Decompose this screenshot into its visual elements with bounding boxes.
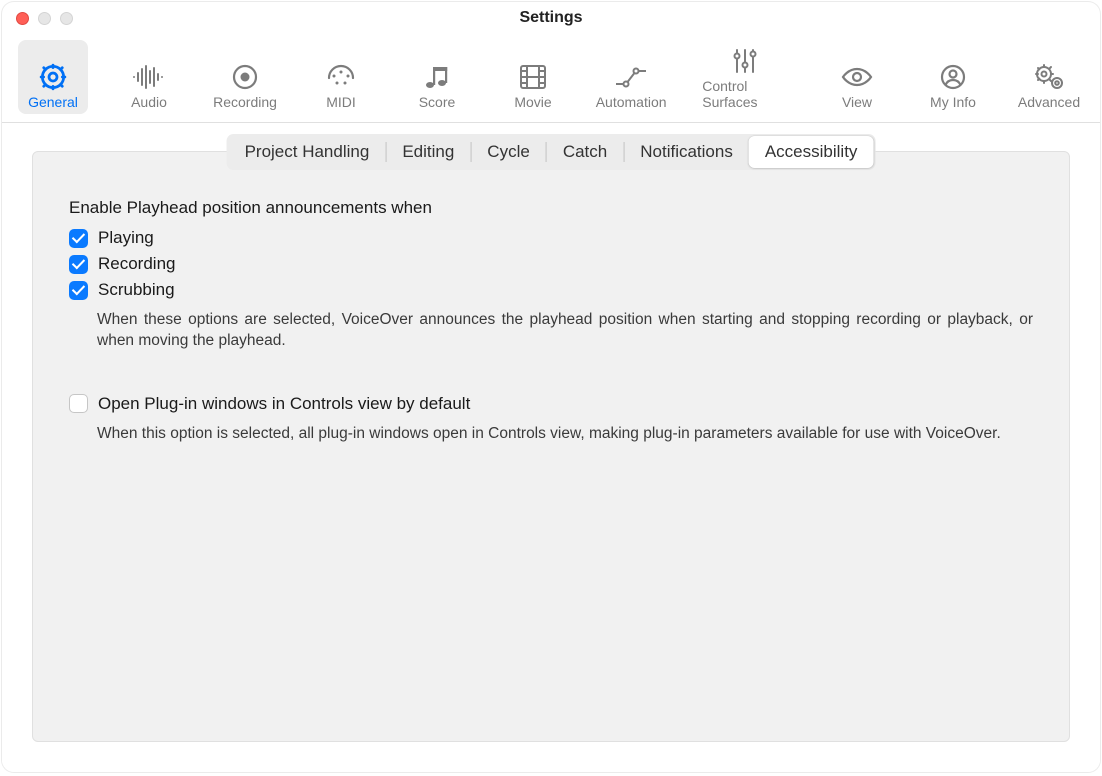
toolbar-tab-label: General <box>28 94 78 110</box>
toolbar-tab-my-info[interactable]: My Info <box>918 40 988 114</box>
subtab-notifications[interactable]: Notifications <box>624 136 749 168</box>
toolbar-tab-label: Movie <box>514 94 551 110</box>
toolbar-tab-view[interactable]: View <box>822 40 892 114</box>
playhead-announcements-heading: Enable Playhead position announcements w… <box>69 198 1033 218</box>
window-title: Settings <box>2 9 1100 27</box>
scrubbing-label: Scrubbing <box>98 280 175 300</box>
checkbox-row-recording: Recording <box>69 254 1033 274</box>
checkbox-row-scrubbing: Scrubbing <box>69 280 1033 300</box>
plugin-help-text: When this option is selected, all plug-i… <box>97 424 1033 445</box>
checkbox-row-playing: Playing <box>69 228 1033 248</box>
music-notes-icon <box>422 62 452 92</box>
waveform-icon <box>132 62 166 92</box>
automation-icon <box>614 62 648 92</box>
toolbar-tab-label: Recording <box>213 94 277 110</box>
subtab-editing[interactable]: Editing <box>386 136 470 168</box>
subtab-accessibility[interactable]: Accessibility <box>749 136 874 168</box>
scrubbing-checkbox[interactable] <box>69 281 88 300</box>
toolbar-tab-label: My Info <box>930 94 976 110</box>
subtab-label: Editing <box>402 142 454 162</box>
toolbar-tab-general[interactable]: General <box>18 40 88 114</box>
gear-icon <box>38 62 68 92</box>
toolbar-tab-recording[interactable]: Recording <box>210 40 280 114</box>
toolbar-tab-label: Advanced <box>1018 94 1080 110</box>
person-circle-icon <box>939 62 967 92</box>
titlebar: Settings <box>2 2 1100 34</box>
plugin-controls-view-checkbox[interactable] <box>69 394 88 413</box>
subtab-cycle[interactable]: Cycle <box>471 136 546 168</box>
gears-icon <box>1033 62 1065 92</box>
toolbar-tab-movie[interactable]: Movie <box>498 40 568 114</box>
sliders-icon <box>732 46 758 76</box>
toolbar-tab-advanced[interactable]: Advanced <box>1014 40 1084 114</box>
subtab-label: Notifications <box>640 142 733 162</box>
toolbar-tab-label: MIDI <box>326 94 356 110</box>
midi-icon <box>326 62 356 92</box>
content-area: Project Handling Editing Cycle Catch Not… <box>2 123 1100 772</box>
toolbar-tab-score[interactable]: Score <box>402 40 472 114</box>
playing-label: Playing <box>98 228 154 248</box>
subtab-bar: Project Handling Editing Cycle Catch Not… <box>227 134 876 170</box>
toolbar-tab-label: Automation <box>596 94 667 110</box>
subtab-label: Project Handling <box>245 142 370 162</box>
recording-label: Recording <box>98 254 176 274</box>
toolbar-tab-automation[interactable]: Automation <box>594 40 668 114</box>
recording-checkbox[interactable] <box>69 255 88 274</box>
film-icon <box>519 62 547 92</box>
content-panel: Project Handling Editing Cycle Catch Not… <box>32 151 1070 742</box>
toolbar-tab-label: Score <box>419 94 456 110</box>
toolbar-tab-label: Audio <box>131 94 167 110</box>
eye-icon <box>841 62 873 92</box>
settings-window: Settings General Audio <box>2 2 1100 772</box>
toolbar-tab-label: View <box>842 94 872 110</box>
record-icon <box>231 62 259 92</box>
plugin-controls-view-label: Open Plug-in windows in Controls view by… <box>98 394 470 414</box>
playing-checkbox[interactable] <box>69 229 88 248</box>
toolbar-tab-control-surfaces[interactable]: Control Surfaces <box>694 40 796 114</box>
toolbar-tab-audio[interactable]: Audio <box>114 40 184 114</box>
subtab-project-handling[interactable]: Project Handling <box>229 136 386 168</box>
checkbox-row-plugin-controls-view: Open Plug-in windows in Controls view by… <box>69 394 1033 414</box>
playhead-help-text: When these options are selected, VoiceOv… <box>97 310 1033 352</box>
toolbar: General Audio Recording <box>2 34 1100 123</box>
toolbar-tab-midi[interactable]: MIDI <box>306 40 376 114</box>
subtab-label: Cycle <box>487 142 530 162</box>
accessibility-panel: Enable Playhead position announcements w… <box>33 152 1069 465</box>
subtab-label: Catch <box>563 142 607 162</box>
toolbar-tab-label: Control Surfaces <box>702 78 788 110</box>
subtab-catch[interactable]: Catch <box>547 136 623 168</box>
subtab-label: Accessibility <box>765 142 858 162</box>
